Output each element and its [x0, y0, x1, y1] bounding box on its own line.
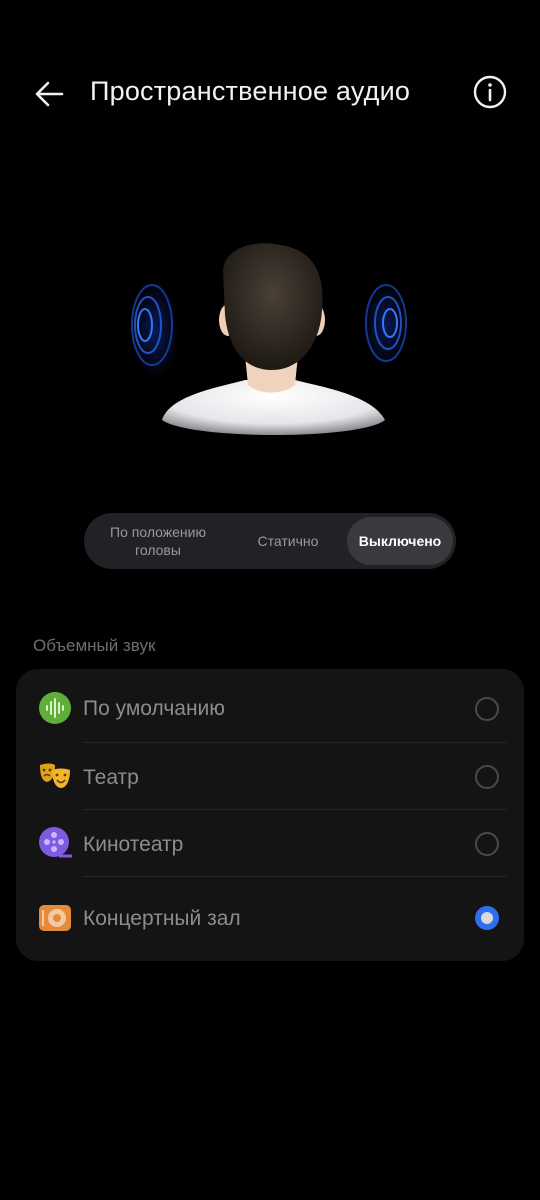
- radio-button[interactable]: [475, 832, 499, 856]
- radio-button[interactable]: [475, 765, 499, 789]
- sound-wave-icon: [39, 692, 71, 724]
- section-label-surround: Объемный звук: [33, 636, 156, 655]
- info-icon: [473, 75, 507, 109]
- concert-hall-icon: [39, 905, 71, 931]
- head-illustration: [110, 225, 430, 455]
- info-button[interactable]: [472, 74, 508, 110]
- back-button[interactable]: [28, 74, 72, 114]
- header: Пространственное аудио: [0, 60, 540, 124]
- option-label: По умолчанию: [83, 697, 226, 720]
- radio-button[interactable]: [475, 697, 499, 721]
- mode-option-head-tracking[interactable]: По положению головы: [92, 517, 224, 565]
- option-label: Концертный зал: [83, 907, 241, 930]
- film-reel-icon: [39, 827, 72, 858]
- spatial-mode-selector: По положению головы Статично Выключено: [84, 513, 456, 569]
- option-concert-hall[interactable]: Концертный зал: [16, 877, 524, 961]
- theater-masks-icon: [40, 763, 70, 788]
- surround-options-card: По умолчанию Театр Кинотеатр Концертный …: [16, 669, 524, 961]
- arrow-left-icon: [35, 81, 64, 107]
- mode-option-static[interactable]: Статично: [232, 517, 344, 565]
- option-label: Кинотеатр: [83, 833, 184, 856]
- option-cinema[interactable]: Кинотеатр: [16, 810, 524, 877]
- left-sound-wave-icon: [131, 280, 179, 380]
- mode-option-off[interactable]: Выключено: [347, 517, 453, 565]
- page-title: Пространственное аудио: [90, 76, 411, 106]
- option-label: Театр: [83, 766, 139, 789]
- radio-button-selected[interactable]: [475, 906, 499, 930]
- right-sound-wave-icon: [363, 283, 407, 367]
- option-default[interactable]: По умолчанию: [16, 669, 524, 742]
- option-theater[interactable]: Театр: [16, 743, 524, 810]
